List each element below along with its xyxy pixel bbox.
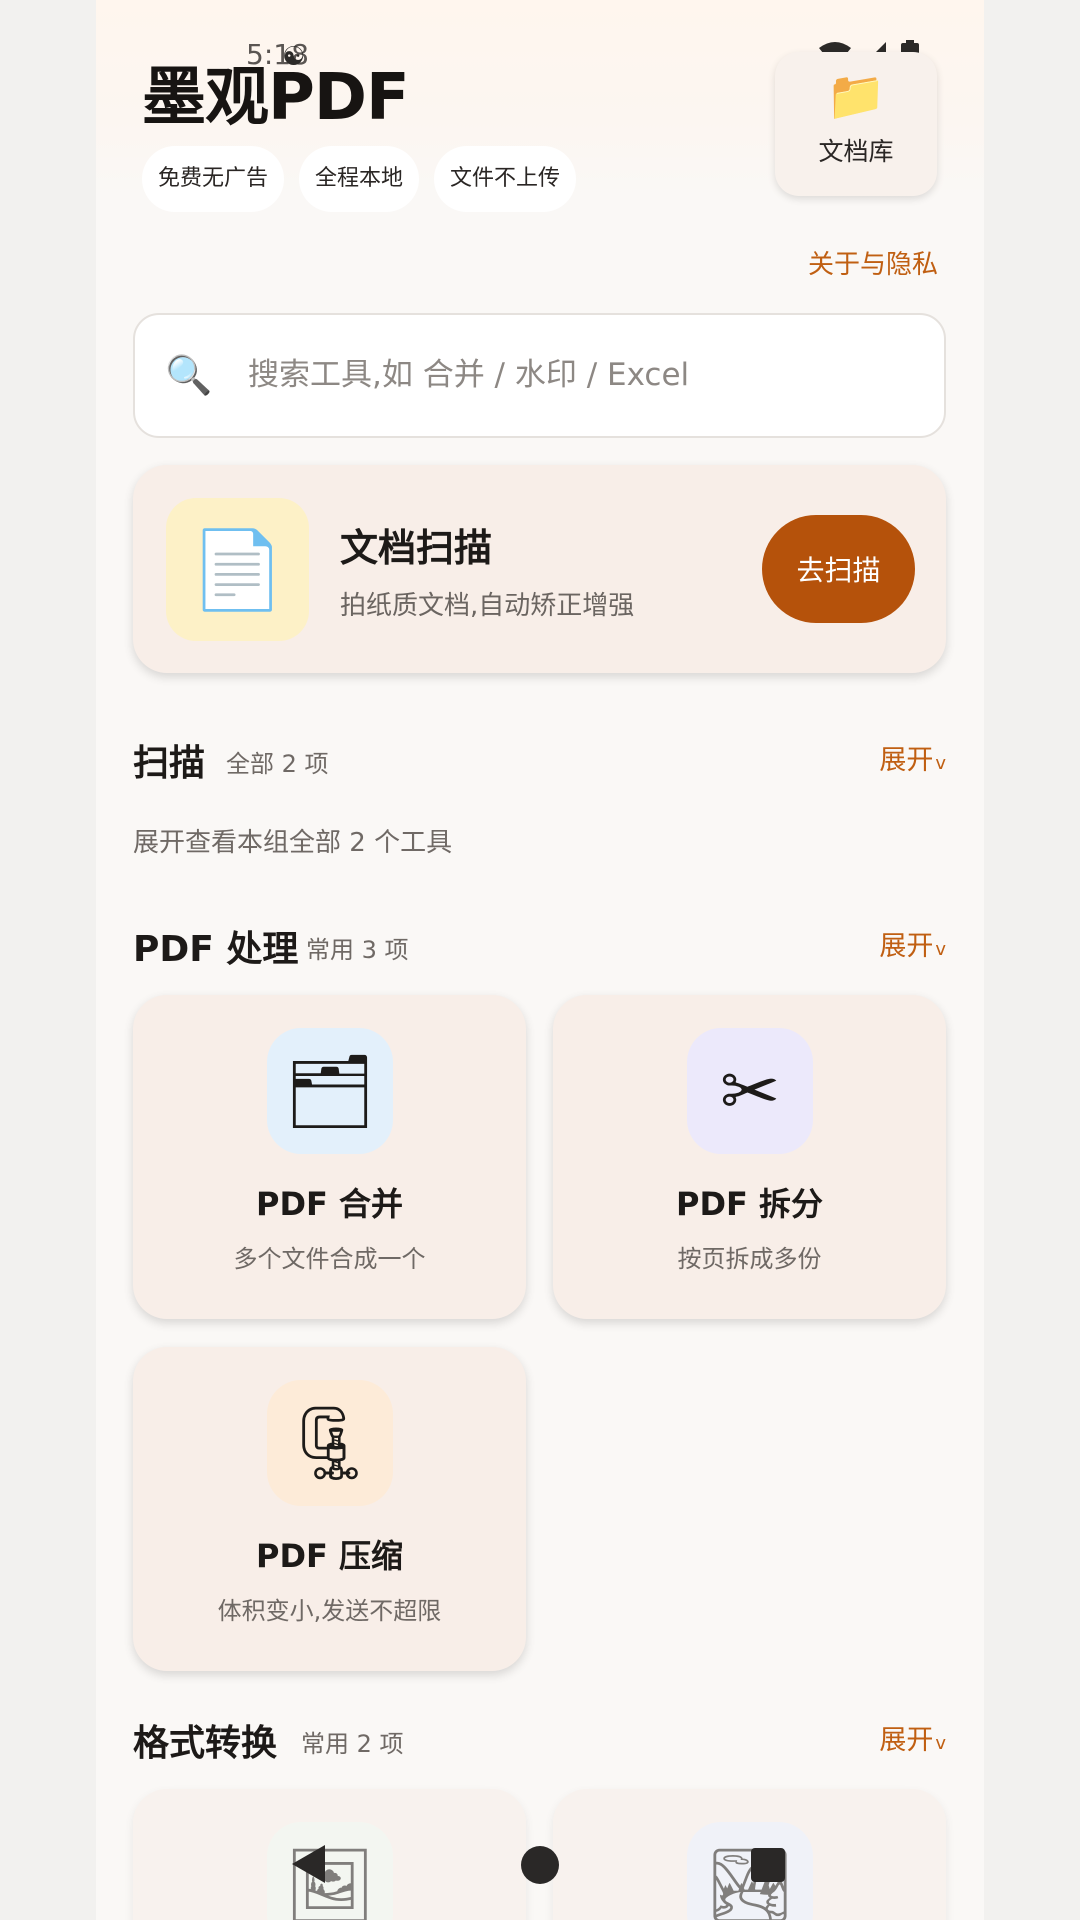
section-count: 全部 2 项 (226, 750, 329, 778)
section-hint: 展开查看本组全部 2 个工具 (133, 828, 453, 858)
framed-picture-icon: 🖼 (267, 1822, 393, 1920)
scan-card[interactable]: 📄 文档扫描 拍纸质文档,自动矫正增强 去扫描 (133, 465, 946, 673)
tool-title: PDF 拆分 (675, 1185, 824, 1223)
about-privacy-link[interactable]: 关于与隐私 (808, 244, 938, 281)
scan-title: 文档扫描 (340, 526, 493, 570)
library-label: 文档库 (818, 137, 894, 166)
expand-label: 展开 (879, 745, 934, 776)
search-icon: 🔍 (165, 353, 213, 397)
section-title: PDF 处理 (133, 929, 299, 970)
section-title: 格式转换 (133, 1723, 278, 1764)
home-icon[interactable] (521, 1846, 559, 1884)
document-icon: 📄 (166, 498, 309, 641)
search-input[interactable] (248, 345, 908, 405)
tool-card-picture-convert[interactable]: 🏞 (553, 1789, 946, 1920)
app-screen: 5:18 ☯ 墨观PDF 免费无广告 全程本地 文件不上传 📁 文档库 关于与隐… (96, 0, 984, 1920)
expand-button[interactable]: 展开 v (879, 1718, 946, 1757)
tool-subtitle: 体积变小,发送不超限 (217, 1597, 442, 1625)
card-index-dividers-icon: 🗂 (267, 1028, 393, 1154)
tool-card-image-convert[interactable]: 🖼 (133, 1789, 526, 1920)
chevron-down-icon: v (935, 939, 946, 960)
section-count: 常用 3 项 (306, 936, 409, 964)
expand-button[interactable]: 展开 v (879, 924, 946, 963)
chip-no-ads: 免费无广告 (142, 146, 285, 212)
chevron-down-icon: v (935, 1733, 946, 1754)
scissors-icon: ✂ (687, 1028, 813, 1154)
chevron-down-icon: v (935, 753, 946, 774)
section-header-scan: 扫描 全部 2 项 展开 v (133, 734, 946, 784)
scan-subtitle: 拍纸质文档,自动矫正增强 (340, 591, 635, 621)
tool-subtitle: 多个文件合成一个 (233, 1245, 426, 1273)
landscape-picture-icon: 🏞 (687, 1822, 813, 1920)
document-library-button[interactable]: 📁 文档库 (775, 52, 937, 196)
expand-button[interactable]: 展开 v (879, 738, 946, 777)
tool-card-pdf-compress[interactable]: 🗜 PDF 压缩 体积变小,发送不超限 (133, 1347, 526, 1671)
tool-card-pdf-merge[interactable]: 🗂 PDF 合并 多个文件合成一个 (133, 995, 526, 1319)
back-icon[interactable] (292, 1845, 325, 1883)
clamp-icon: 🗜 (267, 1380, 393, 1506)
section-header-convert: 格式转换 常用 2 项 展开 v (133, 1714, 946, 1764)
folder-icon: 📁 (826, 68, 886, 124)
chip-local: 全程本地 (299, 146, 420, 212)
section-title: 扫描 (133, 743, 206, 784)
go-scan-button[interactable]: 去扫描 (762, 515, 915, 623)
feature-chips: 免费无广告 全程本地 文件不上传 (142, 146, 577, 212)
section-count: 常用 2 项 (301, 1730, 404, 1758)
tool-title: PDF 合并 (255, 1185, 404, 1223)
expand-label: 展开 (879, 931, 934, 962)
expand-label: 展开 (879, 1725, 934, 1756)
recents-icon[interactable] (751, 1848, 785, 1882)
tool-subtitle: 按页拆成多份 (677, 1245, 822, 1273)
search-bar[interactable]: 🔍 (133, 313, 946, 438)
app-title: 墨观PDF (142, 61, 410, 135)
tool-title: PDF 压缩 (255, 1537, 404, 1575)
chip-no-upload: 文件不上传 (434, 146, 577, 212)
section-header-pdf: PDF 处理 常用 3 项 展开 v (133, 920, 946, 970)
tool-card-pdf-split[interactable]: ✂ PDF 拆分 按页拆成多份 (553, 995, 946, 1319)
